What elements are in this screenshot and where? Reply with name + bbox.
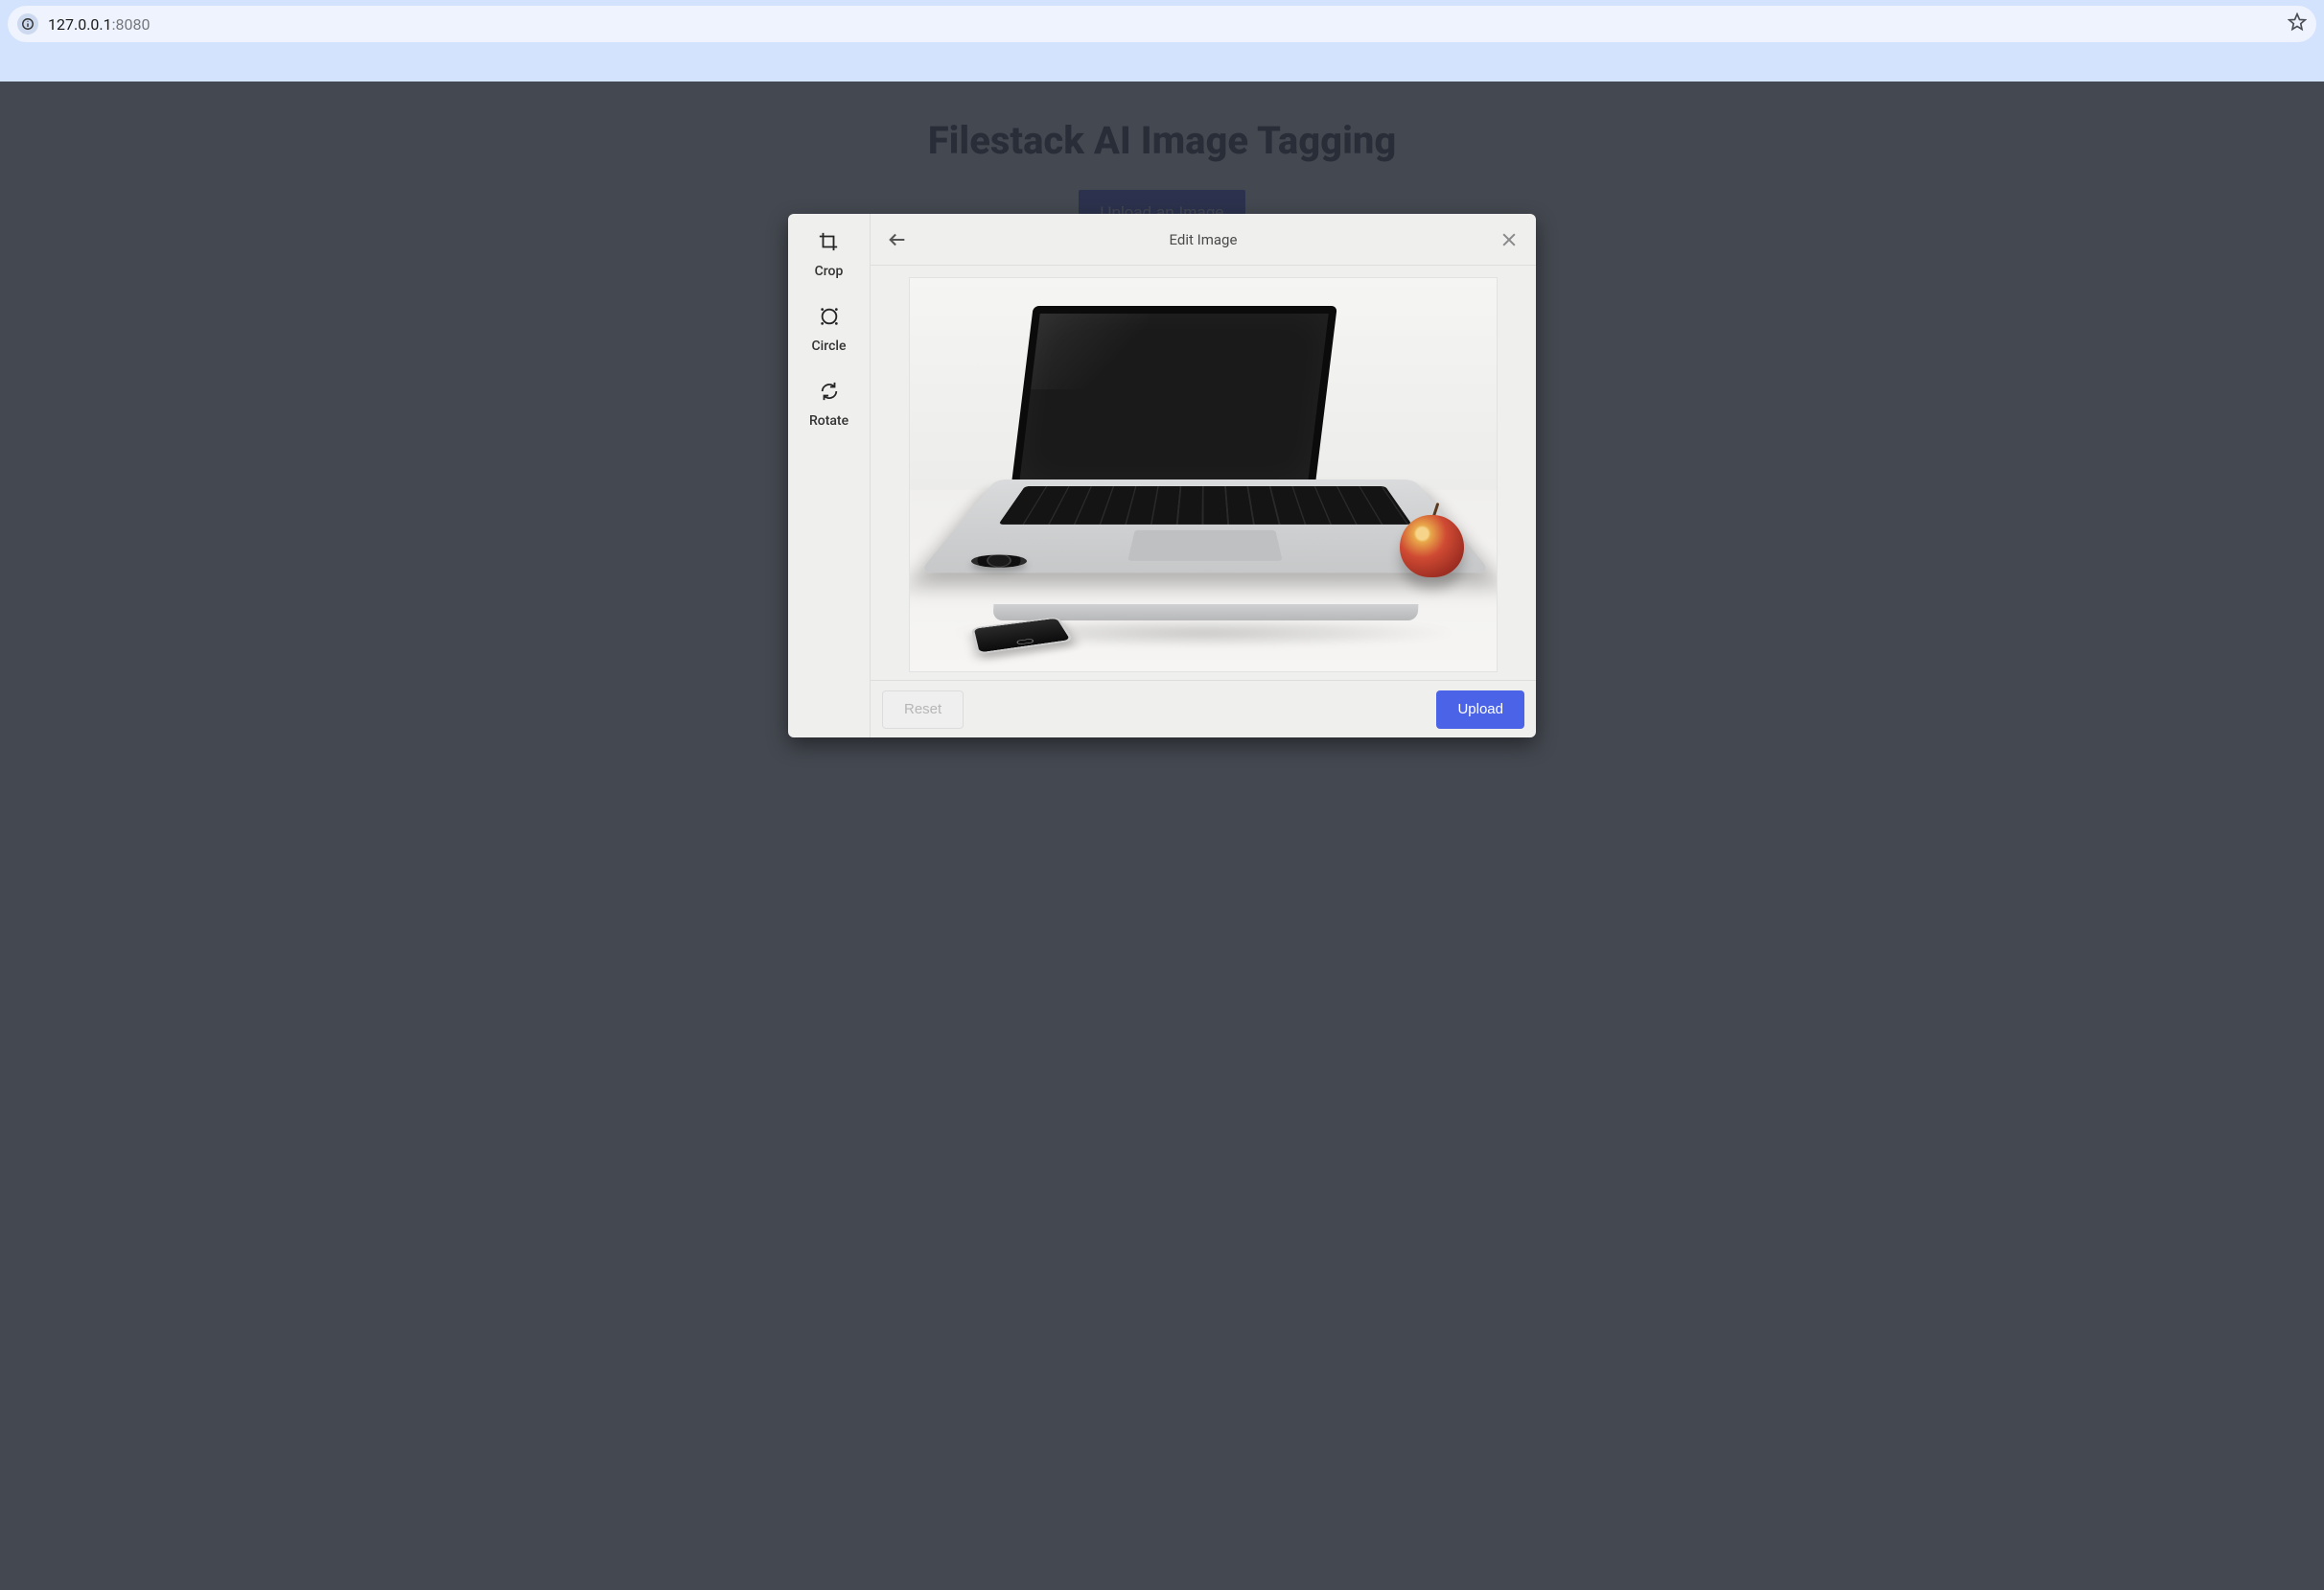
rotate-icon [819, 381, 840, 406]
bookmark-star-icon[interactable] [2288, 12, 2307, 35]
circle-icon [819, 306, 840, 331]
tool-rotate[interactable]: Rotate [809, 381, 848, 429]
tool-rotate-label: Rotate [809, 413, 848, 429]
url-port: :8080 [112, 15, 151, 34]
back-arrow-icon[interactable] [884, 226, 911, 253]
modal-overlay: Crop Circle Rotate Edit Image [0, 82, 2324, 1590]
laptop-graphic [1015, 306, 1332, 628]
modal-main: Edit Image [871, 214, 1536, 737]
browser-chrome: 127.0.0.1:8080 [0, 0, 2324, 82]
url-text: 127.0.0.1:8080 [48, 15, 150, 34]
modal-title: Edit Image [911, 231, 1496, 248]
url-host: 127.0.0.1 [48, 15, 112, 34]
tool-crop-label: Crop [815, 264, 844, 279]
tool-crop[interactable]: Crop [815, 231, 844, 279]
edit-image-modal: Crop Circle Rotate Edit Image [788, 214, 1536, 737]
site-info-icon[interactable] [17, 13, 38, 35]
modal-footer: Reset Upload [871, 680, 1536, 737]
tool-circle-label: Circle [812, 339, 847, 354]
tool-circle[interactable]: Circle [812, 306, 847, 354]
modal-body [871, 266, 1536, 680]
crop-icon [818, 231, 839, 256]
apple-graphic [1397, 506, 1467, 576]
upload-button[interactable]: Upload [1436, 690, 1524, 729]
reset-button[interactable]: Reset [882, 690, 964, 729]
url-bar[interactable]: 127.0.0.1:8080 [8, 6, 2316, 42]
modal-tools-sidebar: Crop Circle Rotate [788, 214, 871, 737]
modal-header: Edit Image [871, 214, 1536, 266]
image-preview[interactable] [909, 277, 1498, 672]
close-icon[interactable] [1496, 226, 1522, 253]
